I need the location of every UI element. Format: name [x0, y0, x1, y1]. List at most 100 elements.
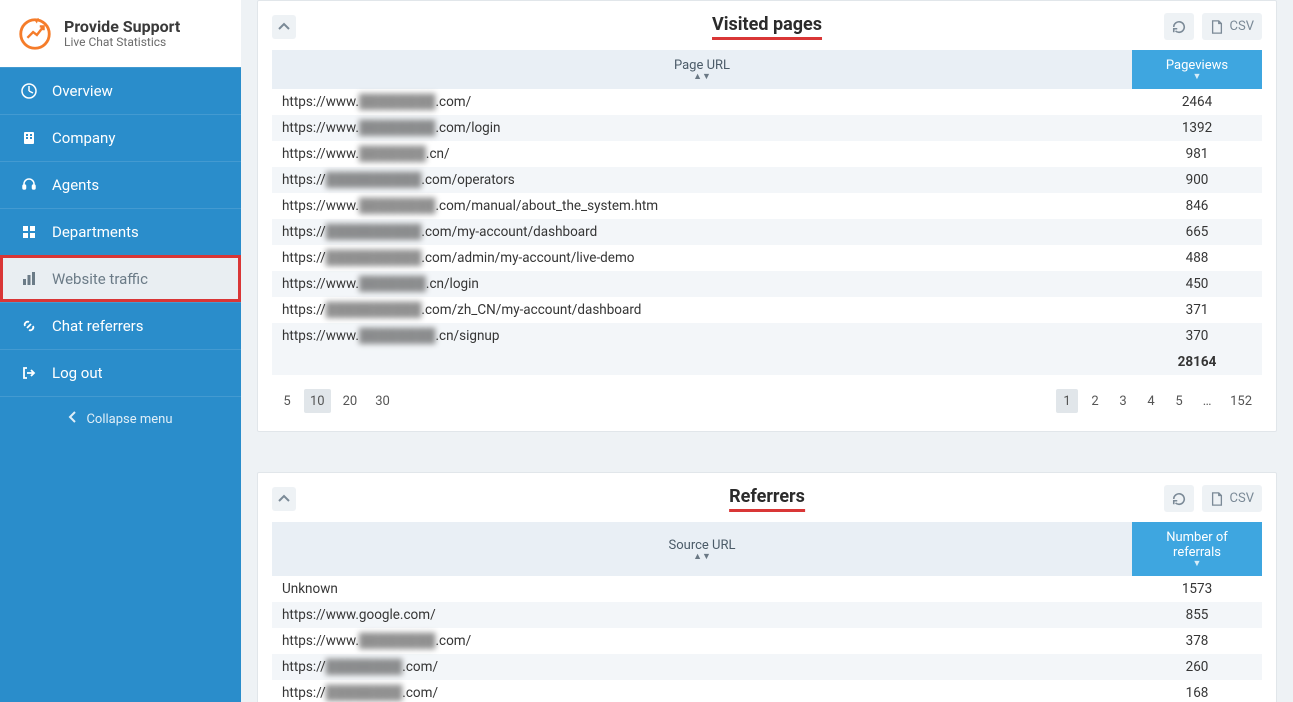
- nav-chat-referrers[interactable]: Chat referrers: [0, 302, 241, 349]
- sort-desc-icon: ▼: [1142, 560, 1252, 568]
- csv-label: CSV: [1230, 19, 1254, 34]
- nav: Overview Company Agents Departments Webs…: [0, 67, 241, 396]
- views-cell: 2464: [1132, 89, 1262, 115]
- page-size-option[interactable]: 30: [369, 389, 396, 413]
- chevron-up-icon: [278, 493, 290, 505]
- refresh-button[interactable]: [1164, 485, 1194, 512]
- main-content: Visited pages CSV Page URL▲▼ Pageviews▼: [241, 0, 1293, 702]
- count-cell: 378: [1132, 628, 1262, 654]
- url-cell: https://www.████████.com/: [272, 89, 1132, 115]
- export-csv-button[interactable]: CSV: [1202, 13, 1262, 40]
- table-row: Unknown1573: [272, 576, 1262, 602]
- table-row: https://██████████.com/my-account/dashbo…: [272, 219, 1262, 245]
- table-row: https://www.███████.cn/login450: [272, 271, 1262, 297]
- brand-subtitle: Live Chat Statistics: [64, 36, 180, 49]
- source-cell: https://www.████████.com/: [272, 628, 1132, 654]
- chevron-left-icon: [68, 411, 78, 427]
- nav-website-traffic[interactable]: Website traffic: [0, 255, 241, 302]
- source-cell: https://████████.com/: [272, 654, 1132, 680]
- nav-label: Overview: [52, 82, 113, 100]
- url-cell: https://www.███████.cn/: [272, 141, 1132, 167]
- col-pageviews[interactable]: Pageviews▼: [1132, 50, 1262, 89]
- views-cell: 900: [1132, 167, 1262, 193]
- url-cell: https://██████████.com/admin/my-account/…: [272, 245, 1132, 271]
- export-csv-button[interactable]: CSV: [1202, 485, 1262, 512]
- url-cell: https://██████████.com/zh_CN/my-account/…: [272, 297, 1132, 323]
- sort-icon: ▲▼: [282, 73, 1122, 81]
- views-cell: 370: [1132, 323, 1262, 349]
- visited-pages-table: Page URL▲▼ Pageviews▼ https://www.██████…: [272, 50, 1262, 375]
- table-row: https://www.████████.com/manual/about_th…: [272, 193, 1262, 219]
- nav-label: Website traffic: [52, 270, 148, 288]
- page-number[interactable]: 4: [1140, 389, 1162, 413]
- nav-logout[interactable]: Log out: [0, 349, 241, 396]
- nav-company[interactable]: Company: [0, 114, 241, 161]
- total-value: 28164: [1132, 349, 1262, 375]
- table-row: https://www.google.com/855: [272, 602, 1262, 628]
- collapse-label: Collapse menu: [86, 412, 172, 427]
- source-cell: https://www.google.com/: [272, 602, 1132, 628]
- page-number[interactable]: 5: [1168, 389, 1190, 413]
- views-cell: 846: [1132, 193, 1262, 219]
- source-cell: https://████████.com/: [272, 680, 1132, 702]
- brand-logo: Provide Support Live Chat Statistics: [0, 0, 241, 67]
- nav-label: Departments: [52, 223, 139, 241]
- total-label: [272, 349, 1132, 375]
- page-size-option[interactable]: 10: [304, 389, 331, 413]
- page-size-option[interactable]: 20: [337, 389, 364, 413]
- page-number[interactable]: 3: [1112, 389, 1134, 413]
- collapse-menu[interactable]: Collapse menu: [0, 396, 241, 441]
- brand-title: Provide Support: [64, 18, 180, 36]
- table-row: https://████████.com/168: [272, 680, 1262, 702]
- panel-collapse-button[interactable]: [272, 15, 296, 39]
- table-row: https://████████.com/260: [272, 654, 1262, 680]
- col-source-url[interactable]: Source URL▲▼: [272, 522, 1132, 576]
- panel-collapse-button[interactable]: [272, 487, 296, 511]
- chevron-up-icon: [278, 21, 290, 33]
- col-referral-count[interactable]: Number of referrals▼: [1132, 522, 1262, 576]
- visited-pager: 5102030 12345…152: [272, 389, 1262, 413]
- views-cell: 488: [1132, 245, 1262, 271]
- brand-icon: [16, 15, 54, 53]
- page-number[interactable]: 2: [1084, 389, 1106, 413]
- table-row: https://www.████████.com/378: [272, 628, 1262, 654]
- table-row: https://██████████.com/admin/my-account/…: [272, 245, 1262, 271]
- count-cell: 168: [1132, 680, 1262, 702]
- table-row: https://██████████.com/zh_CN/my-account/…: [272, 297, 1262, 323]
- url-cell: https://www.████████.com/login: [272, 115, 1132, 141]
- nav-label: Agents: [52, 176, 99, 194]
- source-cell: Unknown: [272, 576, 1132, 602]
- col-page-url[interactable]: Page URL▲▼: [272, 50, 1132, 89]
- link-icon: [20, 317, 38, 335]
- total-row: 28164: [272, 349, 1262, 375]
- url-cell: https://www.████████.cn/signup: [272, 323, 1132, 349]
- referrers-panel: Referrers CSV Source URL▲▼ Number of ref…: [257, 472, 1277, 702]
- sort-desc-icon: ▼: [1142, 73, 1252, 81]
- nav-departments[interactable]: Departments: [0, 208, 241, 255]
- table-row: https://██████████.com/operators900: [272, 167, 1262, 193]
- building-icon: [20, 129, 38, 147]
- url-cell: https://www.███████.cn/login: [272, 271, 1132, 297]
- page-number-selector: 12345…152: [1056, 389, 1258, 413]
- visited-pages-panel: Visited pages CSV Page URL▲▼ Pageviews▼: [257, 0, 1277, 432]
- count-cell: 260: [1132, 654, 1262, 680]
- grid-icon: [20, 223, 38, 241]
- refresh-button[interactable]: [1164, 13, 1194, 40]
- nav-overview[interactable]: Overview: [0, 67, 241, 114]
- nav-agents[interactable]: Agents: [0, 161, 241, 208]
- count-cell: 855: [1132, 602, 1262, 628]
- page-number[interactable]: 1: [1056, 389, 1078, 413]
- table-row: https://www.████████.com/login1392: [272, 115, 1262, 141]
- sort-icon: ▲▼: [282, 553, 1122, 561]
- page-number: …: [1196, 389, 1218, 413]
- csv-label: CSV: [1230, 491, 1254, 506]
- panel-title: Referrers: [729, 486, 805, 512]
- refresh-icon: [1172, 20, 1186, 34]
- page-number[interactable]: 152: [1224, 389, 1258, 413]
- logout-icon: [20, 364, 38, 382]
- dashboard-icon: [20, 82, 38, 100]
- views-cell: 665: [1132, 219, 1262, 245]
- views-cell: 981: [1132, 141, 1262, 167]
- page-size-option[interactable]: 5: [276, 389, 298, 413]
- page-size-selector: 5102030: [276, 389, 396, 413]
